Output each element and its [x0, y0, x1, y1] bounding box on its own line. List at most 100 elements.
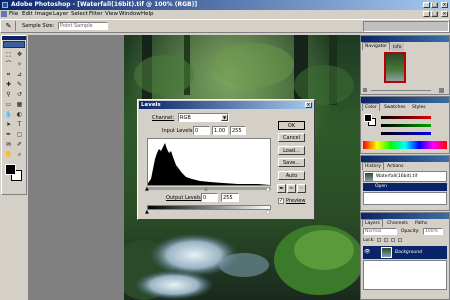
foreground-color-swatch[interactable] [364, 114, 372, 122]
menu-bar: File Edit Image Layer Select Filter View… [0, 10, 450, 19]
zoom-in-icon[interactable] [439, 88, 444, 93]
layers-list-area [363, 260, 447, 290]
layer-row-background[interactable]: 👁 Background [363, 246, 447, 259]
tab-info[interactable]: Info [391, 43, 404, 51]
red-slider[interactable] [381, 116, 431, 119]
zoom-tool-icon[interactable]: ⌕ [15, 150, 24, 159]
tab-color[interactable]: Color [362, 103, 380, 111]
lasso-tool-icon[interactable]: ⌒ [4, 60, 13, 69]
sample-size-select[interactable]: Point Sample [58, 22, 108, 30]
dodge-tool-icon[interactable]: ◐ [15, 110, 24, 119]
output-black-slider-handle[interactable]: ▲ [145, 210, 149, 215]
blend-mode-select[interactable]: Normal [363, 228, 397, 235]
menu-edit[interactable]: Edit [22, 11, 33, 17]
input-level-white[interactable]: 255 [230, 126, 246, 135]
healing-brush-tool-icon[interactable]: ✚ [4, 80, 13, 89]
gradient-tool-icon[interactable]: ▦ [15, 100, 24, 109]
tab-history[interactable]: History [362, 162, 385, 170]
load-button[interactable]: Load... [278, 146, 305, 155]
title-bar: Adobe Photoshop - [Waterfall(16bit).tif … [0, 0, 450, 10]
output-level-black[interactable]: 0 [201, 193, 218, 202]
input-level-black[interactable]: 0 [193, 126, 210, 135]
output-level-white[interactable]: 255 [221, 193, 239, 202]
tab-channels[interactable]: Channels [385, 219, 410, 227]
tab-actions[interactable]: Actions [385, 162, 405, 170]
history-brush-tool-icon[interactable]: ↺ [15, 90, 24, 99]
menu-filter[interactable]: Filter [89, 11, 103, 17]
blue-slider[interactable] [381, 132, 431, 135]
menu-window[interactable]: Window [119, 11, 141, 17]
zoom-slider-track[interactable] [371, 90, 431, 91]
slice-tool-icon[interactable]: ⊿ [15, 70, 24, 79]
magic-wand-tool-icon[interactable]: ✧ [15, 60, 24, 69]
layer-name: Background [395, 250, 422, 255]
ok-button[interactable]: OK [278, 121, 305, 130]
close-button[interactable]: × [441, 2, 448, 8]
tab-swatches[interactable]: Swatches [382, 103, 408, 111]
auto-button[interactable]: Auto [278, 171, 305, 180]
notes-tool-icon[interactable]: ✉ [4, 140, 13, 149]
gray-eyedropper-icon[interactable]: ✒ [287, 184, 296, 193]
doc-minimize-button[interactable]: _ [423, 11, 430, 17]
preview-checkbox[interactable]: ✓ [278, 198, 284, 204]
doc-maximize-button[interactable]: □ [431, 11, 438, 17]
path-selection-tool-icon[interactable]: ➤ [4, 120, 13, 129]
lock-transparency-icon[interactable] [377, 238, 381, 242]
output-white-slider-handle[interactable]: ▲ [266, 210, 270, 215]
chevron-down-icon[interactable]: ▼ [221, 114, 228, 121]
menu-layer[interactable]: Layer [53, 11, 68, 17]
palette-well[interactable] [363, 21, 449, 32]
maximize-button[interactable]: □ [431, 2, 438, 8]
lock-position-icon[interactable] [391, 238, 395, 242]
input-gamma-slider-handle[interactable]: ▲ [204, 187, 208, 192]
adobe-online-icon[interactable] [3, 41, 25, 48]
input-white-slider-handle[interactable]: ▲ [266, 187, 270, 192]
history-step-open[interactable]: Open [363, 183, 447, 191]
pen-tool-icon[interactable]: ✒ [4, 130, 13, 139]
menu-help[interactable]: Help [141, 11, 154, 17]
input-black-slider-handle[interactable]: ▲ [145, 187, 149, 192]
save-button[interactable]: Save... [278, 158, 305, 167]
green-slider[interactable] [381, 124, 431, 127]
channel-value: RGB [180, 114, 191, 121]
menu-image[interactable]: Image [35, 11, 52, 17]
shape-tool-icon[interactable]: ▢ [15, 130, 24, 139]
toolbox-foreground-color[interactable] [5, 164, 16, 175]
tab-navigator[interactable]: Navigator [362, 42, 391, 50]
move-tool-icon[interactable]: ✥ [15, 50, 24, 59]
eyedropper-tool-icon[interactable]: ✐ [15, 140, 24, 149]
minimize-button[interactable]: _ [423, 2, 430, 8]
output-gradient-bar [147, 205, 271, 210]
color-spectrum-bar[interactable] [363, 141, 447, 149]
marquee-tool-icon[interactable]: ⬚ [4, 50, 13, 59]
crop-tool-icon[interactable]: ⌗ [4, 70, 13, 79]
brush-tool-icon[interactable]: ✎ [15, 80, 24, 89]
opacity-input[interactable]: 100% [423, 228, 443, 235]
tab-styles[interactable]: Styles [410, 103, 428, 111]
tab-layers[interactable]: Layers [362, 219, 383, 227]
type-tool-icon[interactable]: T [15, 120, 24, 129]
white-eyedropper-icon[interactable]: ✒ [297, 184, 306, 193]
doc-close-button[interactable]: × [441, 11, 448, 17]
blur-tool-icon[interactable]: 💧 [4, 110, 13, 119]
cancel-button[interactable]: Cancel [278, 133, 305, 142]
eraser-tool-icon[interactable]: ▭ [4, 100, 13, 109]
menu-file[interactable]: File [9, 11, 18, 17]
levels-title-bar: Levels × [139, 101, 313, 109]
clone-stamp-tool-icon[interactable]: ⚲ [4, 90, 13, 99]
tab-paths[interactable]: Paths [413, 219, 429, 227]
lock-all-icon[interactable] [398, 238, 402, 242]
menu-view[interactable]: View [105, 11, 118, 17]
input-level-gamma[interactable]: 1.00 [212, 126, 228, 135]
menu-select[interactable]: Select [71, 11, 88, 17]
black-eyedropper-icon[interactable]: ✒ [277, 184, 286, 193]
zoom-out-icon[interactable] [363, 88, 367, 92]
history-snapshot-row[interactable]: Waterfall(16bit).tif [363, 171, 447, 182]
navigator-thumbnail[interactable] [384, 52, 406, 83]
channel-select[interactable]: RGB ▼ [178, 113, 229, 122]
hand-tool-icon[interactable]: ✋ [4, 150, 13, 159]
layer-visibility-eye-icon[interactable]: 👁 [364, 249, 370, 255]
output-level-black-value: 0 [203, 194, 207, 201]
levels-close-button[interactable]: × [305, 102, 312, 108]
lock-image-icon[interactable] [384, 238, 388, 242]
